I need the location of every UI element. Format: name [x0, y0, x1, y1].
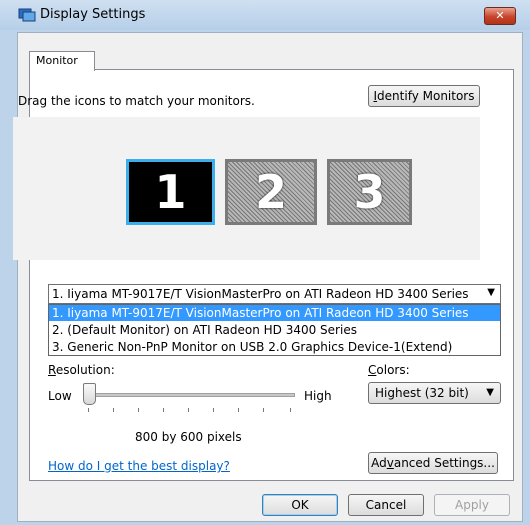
- slider-tick: [213, 408, 214, 412]
- chevron-down-icon: ▼: [487, 287, 495, 298]
- cancel-button[interactable]: Cancel: [348, 494, 424, 516]
- advanced-label-pre: Ad: [371, 456, 387, 470]
- resolution-label-text: esolution:: [55, 363, 115, 377]
- colors-select[interactable]: Highest (32 bit) ▼: [368, 382, 501, 404]
- slider-tick: [290, 408, 291, 412]
- best-display-help-link[interactable]: How do I get the best display?: [48, 459, 230, 473]
- slider-tick: [238, 408, 239, 412]
- monitor-select-value: 1. Iiyama MT-9017E/T VisionMasterPro on …: [52, 287, 469, 301]
- monitor-dropdown-list: 1. Iiyama MT-9017E/T VisionMasterPro on …: [48, 304, 501, 356]
- window-title: Display Settings: [40, 7, 146, 22]
- close-button[interactable]: ✕: [484, 7, 516, 25]
- monitor-option-2[interactable]: 2. (Default Monitor) on ATI Radeon HD 34…: [49, 322, 500, 338]
- display-settings-icon: [18, 8, 36, 22]
- resolution-value: 800 by 600 pixels: [135, 430, 242, 444]
- monitor-1-tile[interactable]: 1: [126, 159, 215, 225]
- colors-label: Colors:: [368, 363, 410, 377]
- slider-tick: [113, 408, 114, 412]
- title-bar[interactable]: Display Settings ✕: [0, 0, 530, 30]
- slider-tick: [263, 408, 264, 412]
- monitor-2-tile[interactable]: 2: [225, 159, 317, 225]
- monitor-option-3[interactable]: 3. Generic Non-PnP Monitor on USB 2.0 Gr…: [49, 339, 500, 355]
- resolution-low-label: Low: [48, 389, 72, 403]
- close-icon: ✕: [495, 9, 505, 22]
- identify-label: dentify Monitors: [377, 89, 475, 103]
- slider-tick: [138, 408, 139, 412]
- colors-label-text: olors:: [376, 363, 410, 377]
- resolution-high-label: High: [304, 389, 332, 403]
- chevron-down-icon: ▼: [486, 387, 494, 398]
- monitor-3-tile[interactable]: 3: [327, 159, 412, 225]
- resolution-slider-track[interactable]: [85, 393, 295, 397]
- slider-tick: [88, 408, 89, 412]
- advanced-settings-button[interactable]: Advanced Settings...: [368, 452, 498, 474]
- slider-tick: [188, 408, 189, 412]
- resolution-accel: R: [48, 363, 56, 377]
- resolution-slider-thumb[interactable]: [83, 383, 96, 405]
- apply-button[interactable]: Apply: [434, 494, 510, 516]
- monitor-option-1[interactable]: 1. Iiyama MT-9017E/T VisionMasterPro on …: [49, 305, 500, 321]
- advanced-accel: v: [386, 456, 394, 470]
- resolution-label: Resolution:: [48, 363, 115, 377]
- tab-monitor[interactable]: Monitor: [29, 51, 95, 71]
- ok-button[interactable]: OK: [262, 494, 338, 516]
- slider-tick: [163, 408, 164, 412]
- monitor-select[interactable]: 1. Iiyama MT-9017E/T VisionMasterPro on …: [48, 284, 501, 304]
- colors-select-value: Highest (32 bit): [375, 386, 469, 400]
- identify-monitors-button[interactable]: Identify Monitors: [368, 85, 480, 107]
- arrangement-instruction: Drag the icons to match your monitors.: [18, 94, 255, 108]
- advanced-label-post: anced Settings...: [393, 456, 495, 470]
